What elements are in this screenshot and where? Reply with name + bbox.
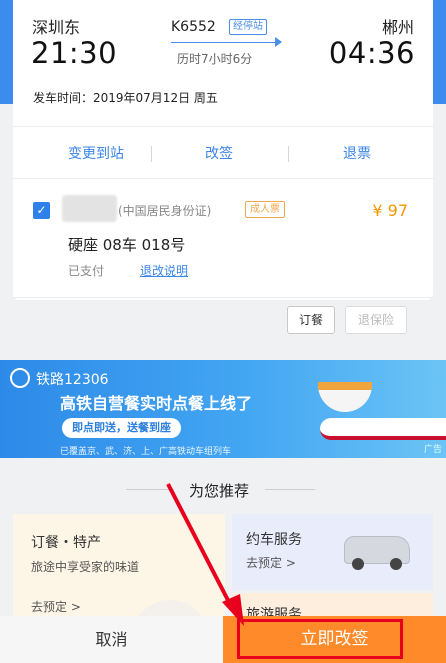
ticket-price: ¥ 97 bbox=[372, 201, 408, 220]
food-tile-cta[interactable]: 去预定 > bbox=[31, 598, 81, 615]
payment-status: 已支付 bbox=[68, 264, 105, 278]
banner-footnote: 已覆盖京、武、济、上、广高铁动车组列车 bbox=[60, 447, 232, 457]
banner-headline: 高铁自营餐实时点餐上线了 bbox=[60, 394, 253, 413]
food-tile-subtitle: 旅途中享受家的味道 bbox=[31, 560, 140, 574]
route-arrow-line bbox=[171, 42, 281, 43]
car-wheel-icon bbox=[390, 558, 402, 570]
passenger-checkbox[interactable]: ✓ bbox=[33, 202, 50, 219]
car-tile-cta[interactable]: 去预定 > bbox=[246, 554, 296, 571]
ad-tag: 广告 bbox=[423, 445, 442, 455]
ticket-type-badge: 成人票 bbox=[245, 201, 285, 218]
divider bbox=[13, 126, 433, 127]
depart-date: 发车时间：2019年07月12日 周五 bbox=[33, 91, 218, 105]
order-meal-button[interactable]: 订餐 bbox=[287, 306, 335, 334]
tab-refund[interactable]: 退票 bbox=[292, 143, 422, 163]
banner-pill: 即点即送，送餐到座 bbox=[62, 418, 181, 438]
car-tile-title: 约车服务 bbox=[246, 532, 302, 548]
highlight-box bbox=[237, 619, 403, 659]
tab-separator bbox=[288, 146, 289, 162]
meal-promo-banner[interactable]: 铁路12306 高铁自营餐实时点餐上线了 即点即送，送餐到座 已覆盖京、武、济、… bbox=[0, 360, 446, 458]
refund-rules-link[interactable]: 退改说明 bbox=[140, 262, 188, 279]
high-speed-train-icon bbox=[320, 418, 446, 440]
seat-info: 硬座 08车 018号 bbox=[68, 236, 186, 254]
trip-duration: 历时7小时6分 bbox=[177, 52, 253, 66]
divider bbox=[13, 297, 433, 298]
tab-separator bbox=[151, 146, 152, 162]
food-bowl-icon bbox=[318, 382, 372, 412]
tab-rebook[interactable]: 改签 bbox=[154, 143, 284, 163]
car-service-tile[interactable]: 约车服务 去预定 > bbox=[232, 514, 433, 590]
trip-card: 深圳东 郴州 21:30 04:36 K6552 经停站 历时7小时6分 发车时… bbox=[13, 0, 433, 300]
arrow-head-icon bbox=[275, 37, 282, 47]
passenger-name-redacted bbox=[62, 195, 117, 222]
passenger-id-type: (中国居民身份证) bbox=[118, 204, 212, 218]
banner-logo-text: 铁路12306 bbox=[36, 372, 109, 388]
arrive-time: 04:36 bbox=[328, 36, 415, 70]
divider bbox=[265, 489, 315, 490]
annotation-arrow-icon bbox=[166, 483, 244, 626]
divider bbox=[13, 178, 433, 179]
from-station: 深圳东 bbox=[32, 18, 81, 37]
depart-time: 21:30 bbox=[31, 36, 118, 70]
tab-change-destination[interactable]: 变更到站 bbox=[31, 143, 161, 163]
car-wheel-icon bbox=[352, 558, 364, 570]
refund-insurance-button[interactable]: 退保险 bbox=[345, 306, 407, 334]
via-stations-badge[interactable]: 经停站 bbox=[229, 19, 267, 35]
to-station: 郴州 bbox=[381, 18, 414, 37]
train-number: K6552 bbox=[171, 19, 216, 35]
railway-logo-icon bbox=[10, 368, 30, 388]
food-tile-title: 订餐・特产 bbox=[31, 535, 101, 551]
